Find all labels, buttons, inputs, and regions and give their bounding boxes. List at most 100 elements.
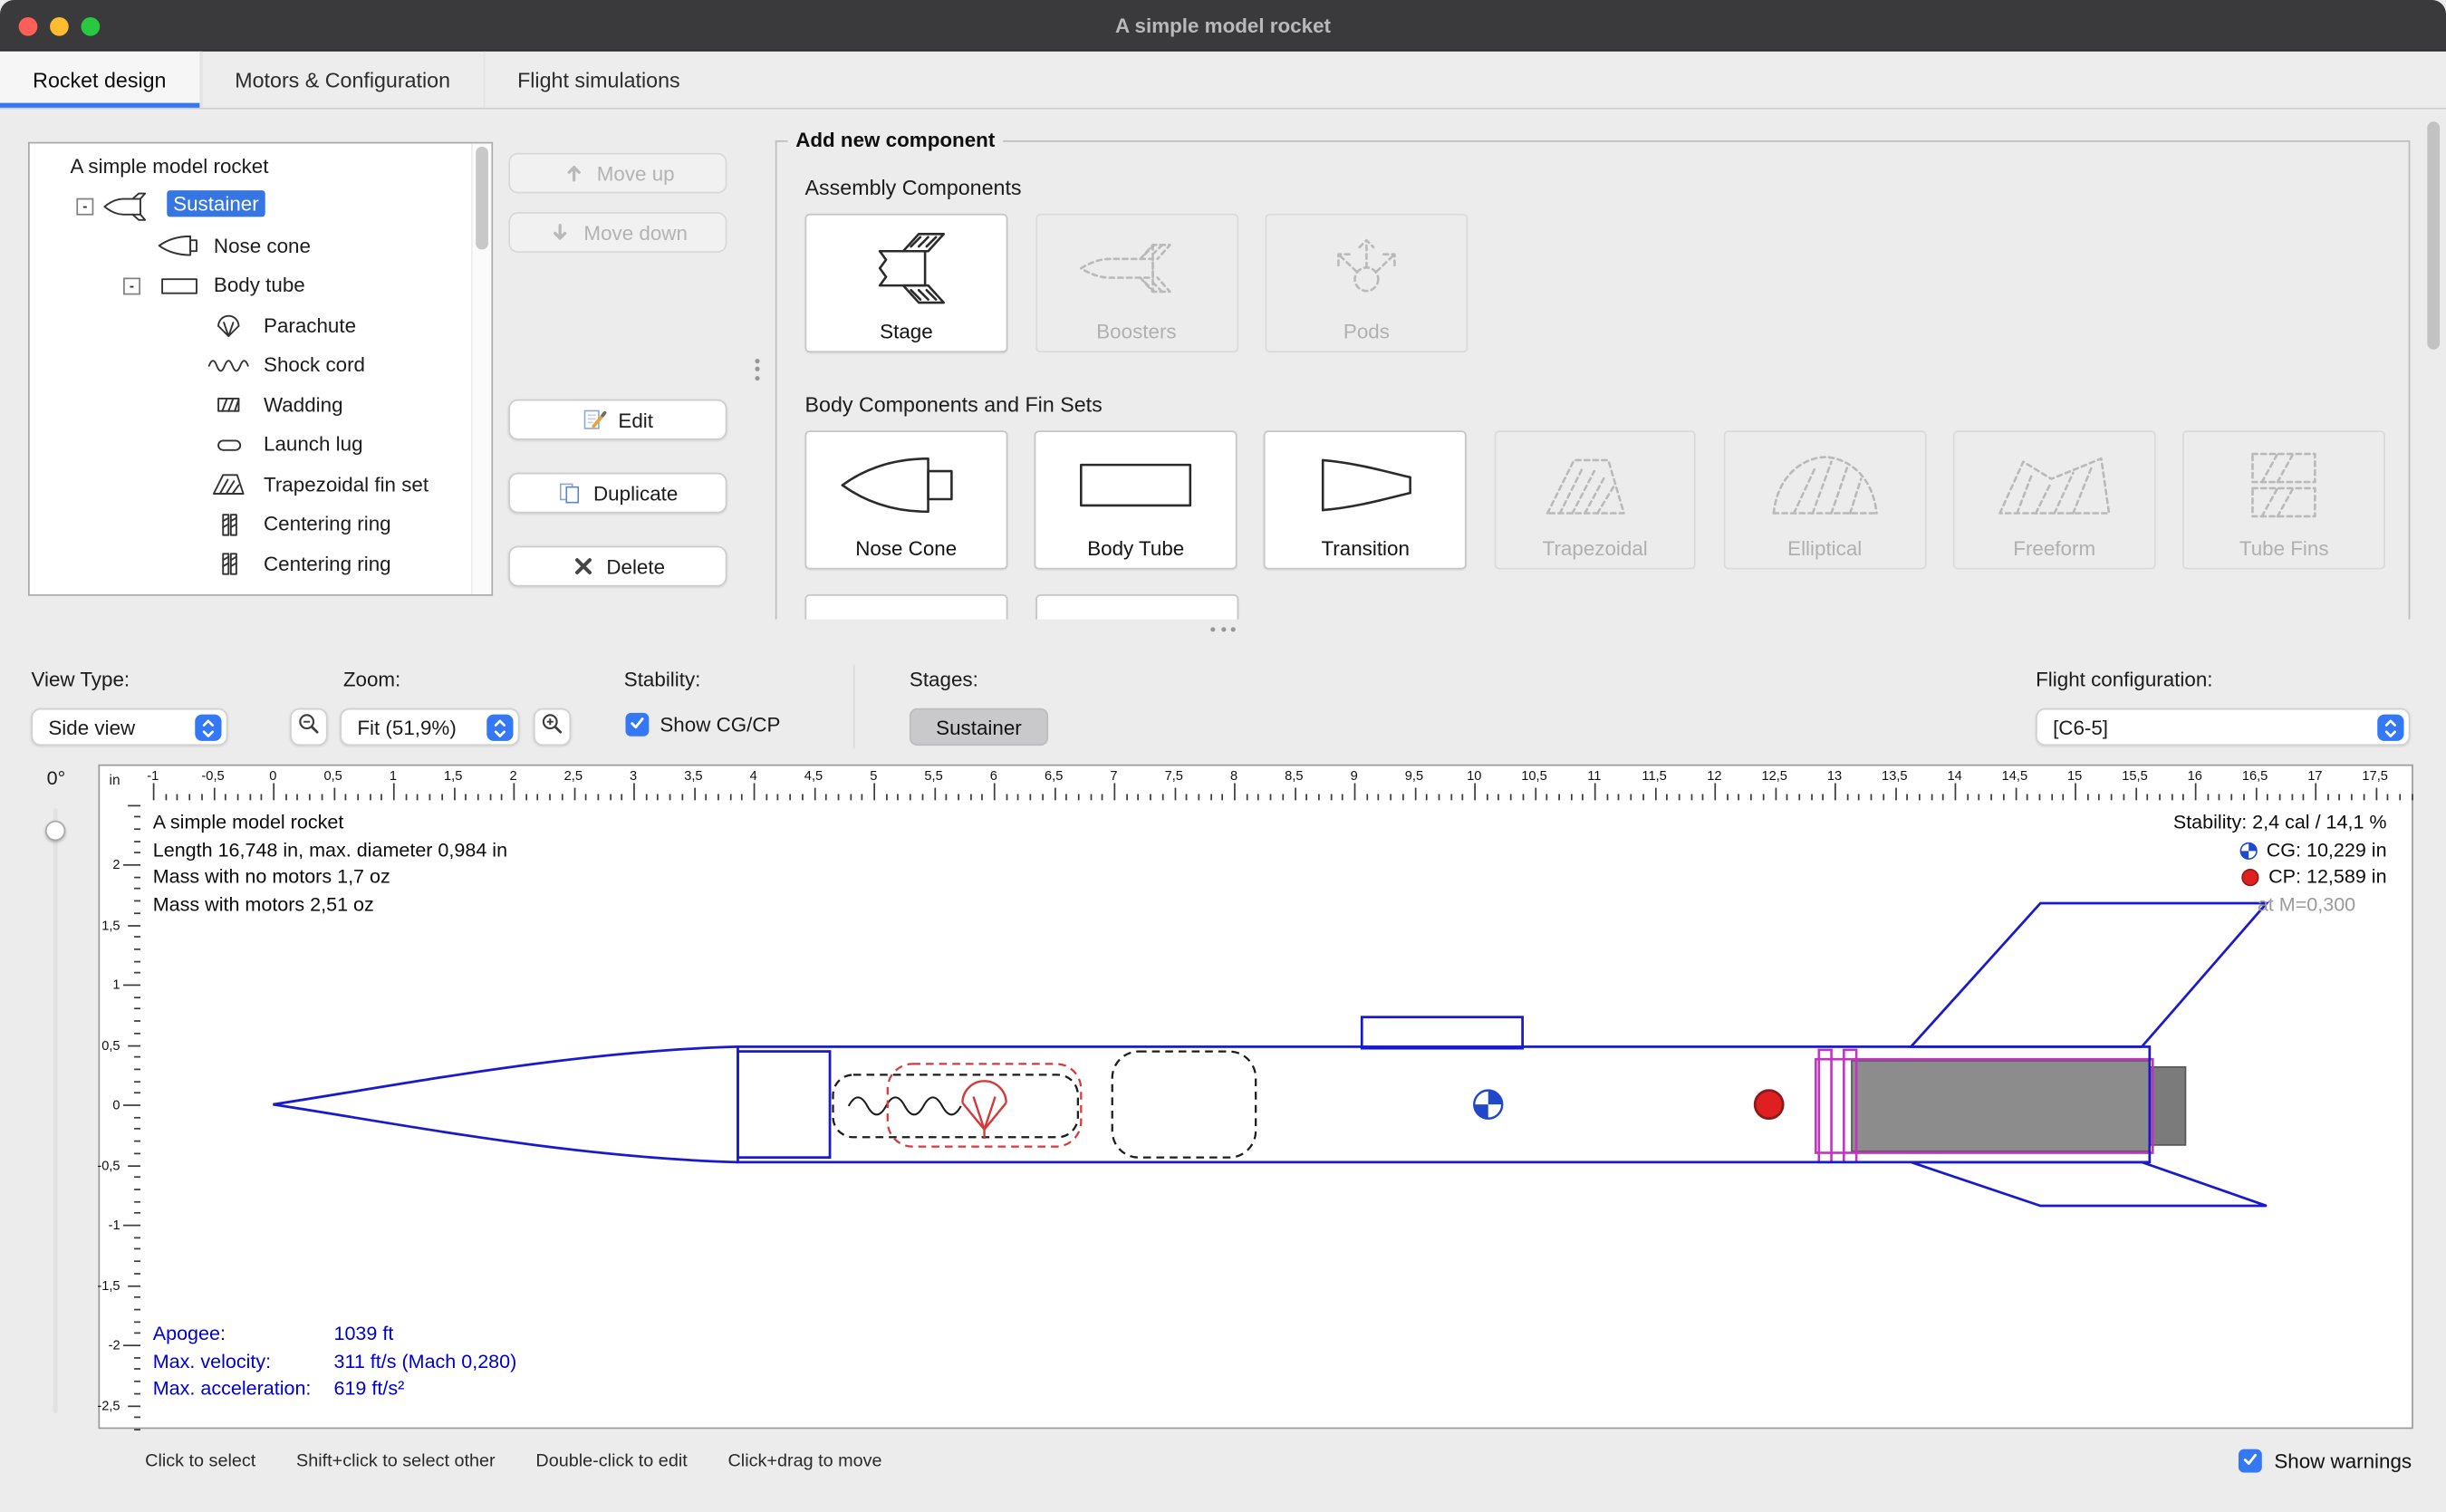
h-ruler-label: 15,5: [2122, 767, 2147, 783]
tree-item-parachute[interactable]: Parachute: [30, 306, 492, 346]
show-cgcp-checkbox[interactable]: [625, 713, 649, 737]
rocket-view-canvas[interactable]: -1-0,500,511,522,533,544,555,566,577,588…: [98, 765, 2412, 1430]
splitter-handle-vertical[interactable]: [755, 354, 759, 384]
close-window-button[interactable]: [19, 16, 38, 35]
zoom-out-button[interactable]: [290, 708, 327, 746]
move-up-label: Move up: [597, 161, 675, 185]
tree-item-centering-ring[interactable]: Centering ring: [30, 544, 492, 584]
main-tabbar: Rocket designMotors & ConfigurationFligh…: [0, 52, 2446, 110]
rocket-info-line: Mass with no motors 1,7 oz: [153, 864, 507, 891]
component-card-partial[interactable]: [1035, 594, 1238, 620]
component-card-nose-cone[interactable]: Nose Cone: [805, 430, 1007, 569]
motor[interactable]: [1852, 1061, 2185, 1151]
transition-icon: [1266, 432, 1465, 536]
rotation-angle-label: 0°: [31, 767, 81, 789]
tree-root-item[interactable]: A simple model rocket: [30, 147, 492, 187]
section-label-assembly-components: Assembly Components: [805, 177, 2385, 200]
rotation-slider-thumb[interactable]: [45, 821, 65, 841]
window-scrollbar-thumb[interactable]: [2427, 121, 2440, 349]
collapse-toggle-icon[interactable]: -: [76, 198, 93, 216]
launchlug-icon: [205, 429, 255, 459]
rocket-info: A simple model rocketLength 16,748 in, m…: [153, 810, 507, 920]
bodytube-icon: [154, 271, 204, 301]
zoom-window-button[interactable]: [82, 16, 101, 35]
fins-outline[interactable]: [1911, 903, 2267, 1206]
acceleration-label: Max. acceleration:: [153, 1376, 334, 1403]
show-warnings-control[interactable]: Show warnings: [2239, 1449, 2412, 1473]
tree-item-nose-cone[interactable]: Nose cone: [30, 226, 492, 266]
show-warnings-checkbox[interactable]: [2239, 1449, 2262, 1473]
v-ruler-label: 0,5: [101, 1036, 120, 1052]
tree-item-centering-ring[interactable]: Centering ring: [30, 505, 492, 544]
h-ruler-label: 13,5: [1882, 767, 1907, 783]
v-ruler-label: -1,5: [97, 1276, 120, 1292]
splitter-handle-horizontal[interactable]: [1210, 627, 1236, 631]
h-ruler-label: 7,5: [1165, 767, 1183, 783]
stage-toggle-sustainer[interactable]: Sustainer: [910, 708, 1048, 746]
tree-item-body-tube[interactable]: -Body tube: [30, 266, 492, 306]
delete-button[interactable]: Delete: [508, 546, 727, 587]
zoom-select[interactable]: Fit (51,9%): [340, 708, 519, 746]
component-card-trapezoidal: Trapezoidal: [1494, 430, 1696, 569]
duplicate-button[interactable]: Duplicate: [508, 473, 727, 514]
edit-button[interactable]: Edit: [508, 400, 727, 440]
show-warnings-label: Show warnings: [2274, 1449, 2412, 1473]
tab-motors-configuration[interactable]: Motors & Configuration: [200, 52, 483, 108]
rocket-info-line: Length 16,748 in, max. diameter 0,984 in: [153, 837, 507, 864]
tree-scrollbar[interactable]: [471, 143, 491, 594]
select-stepper-icon: [486, 715, 513, 741]
component-card-body-tube[interactable]: Body Tube: [1035, 430, 1237, 569]
collapse-toggle-icon[interactable]: -: [123, 278, 140, 295]
tab-flight-simulations[interactable]: Flight simulations: [483, 52, 713, 108]
view-type-value: Side view: [48, 716, 135, 739]
component-card-label: Stage: [880, 320, 933, 343]
tree-item-sustainer[interactable]: - Sustainer: [30, 187, 492, 226]
shockcord-icon: [205, 351, 255, 380]
component-card-stage[interactable]: Stage: [805, 214, 1008, 352]
select-stepper-icon: [2377, 715, 2403, 741]
zoom-in-icon: [540, 710, 565, 743]
nose-cone-outline[interactable]: [273, 1046, 830, 1161]
view-type-select[interactable]: Side view: [31, 708, 227, 746]
h-ruler-label: 0,5: [323, 767, 342, 783]
h-ruler-label: 17,5: [2362, 767, 2387, 783]
zoom-in-button[interactable]: [534, 708, 571, 746]
tree-item-partial[interactable]: [30, 584, 492, 596]
move-up-button[interactable]: Move up: [508, 153, 727, 194]
window-scrollbar[interactable]: [2426, 112, 2441, 627]
component-card-label: Trapezoidal: [1543, 536, 1648, 560]
move-down-button[interactable]: Move down: [508, 212, 727, 253]
h-ruler-label: 15: [2067, 767, 2082, 783]
titlebar: A simple model rocket: [0, 0, 2446, 52]
component-card-label: Elliptical: [1787, 536, 1862, 560]
h-ruler-label: 11,5: [1642, 767, 1666, 783]
tree-item-shock-cord[interactable]: Shock cord: [30, 345, 492, 385]
component-card-transition[interactable]: Transition: [1265, 430, 1467, 569]
zoom-out-icon: [296, 710, 322, 743]
tree-item-trapezoidal-fin-set[interactable]: Trapezoidal fin set: [30, 465, 492, 505]
h-ruler-label: 0: [269, 767, 276, 783]
tree-scrollbar-thumb[interactable]: [476, 147, 488, 250]
tree-item-launch-lug[interactable]: Launch lug: [30, 425, 492, 465]
tab-rocket-design[interactable]: Rocket design: [0, 52, 200, 108]
recovery-components[interactable]: [833, 1052, 1257, 1158]
add-component-title: Add new component: [788, 128, 1003, 151]
h-ruler-label: 7: [1110, 767, 1117, 783]
section-label-body-components-and-fin-sets: Body Components and Fin Sets: [805, 393, 2385, 417]
body-tube-icon: [1036, 432, 1236, 536]
component-tree[interactable]: A simple model rocket - Sustainer Nose cone…: [28, 142, 493, 596]
flight-config-select[interactable]: [C6-5]: [2036, 708, 2410, 746]
rotation-slider[interactable]: [53, 808, 58, 1413]
minimize-window-button[interactable]: [50, 16, 69, 35]
window-title: A simple model rocket: [0, 14, 2446, 37]
component-card-row: [805, 594, 2385, 620]
openrocket-window: A simple model rocket Rocket designMotor…: [0, 0, 2446, 1512]
component-card-label: Tube Fins: [2239, 536, 2329, 560]
acceleration-value: 619 ft/s²: [333, 1378, 404, 1400]
status-hints: Click to selectShift+click to select oth…: [145, 1452, 881, 1471]
launch-lug-outline[interactable]: [1362, 1017, 1522, 1048]
apogee-value: 1039 ft: [333, 1323, 393, 1344]
component-card-partial[interactable]: [805, 594, 1008, 620]
tree-item-label: Sustainer: [167, 190, 265, 217]
tree-item-wadding[interactable]: Wadding: [30, 385, 492, 425]
